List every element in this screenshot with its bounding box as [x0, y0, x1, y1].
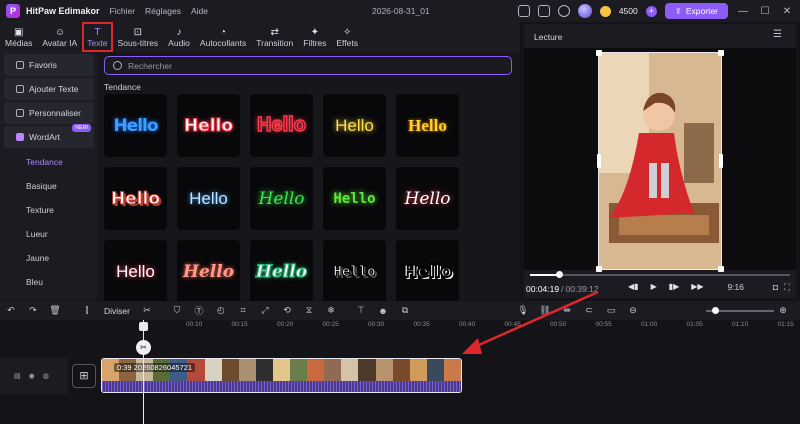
annotation-arrow — [462, 290, 599, 354]
